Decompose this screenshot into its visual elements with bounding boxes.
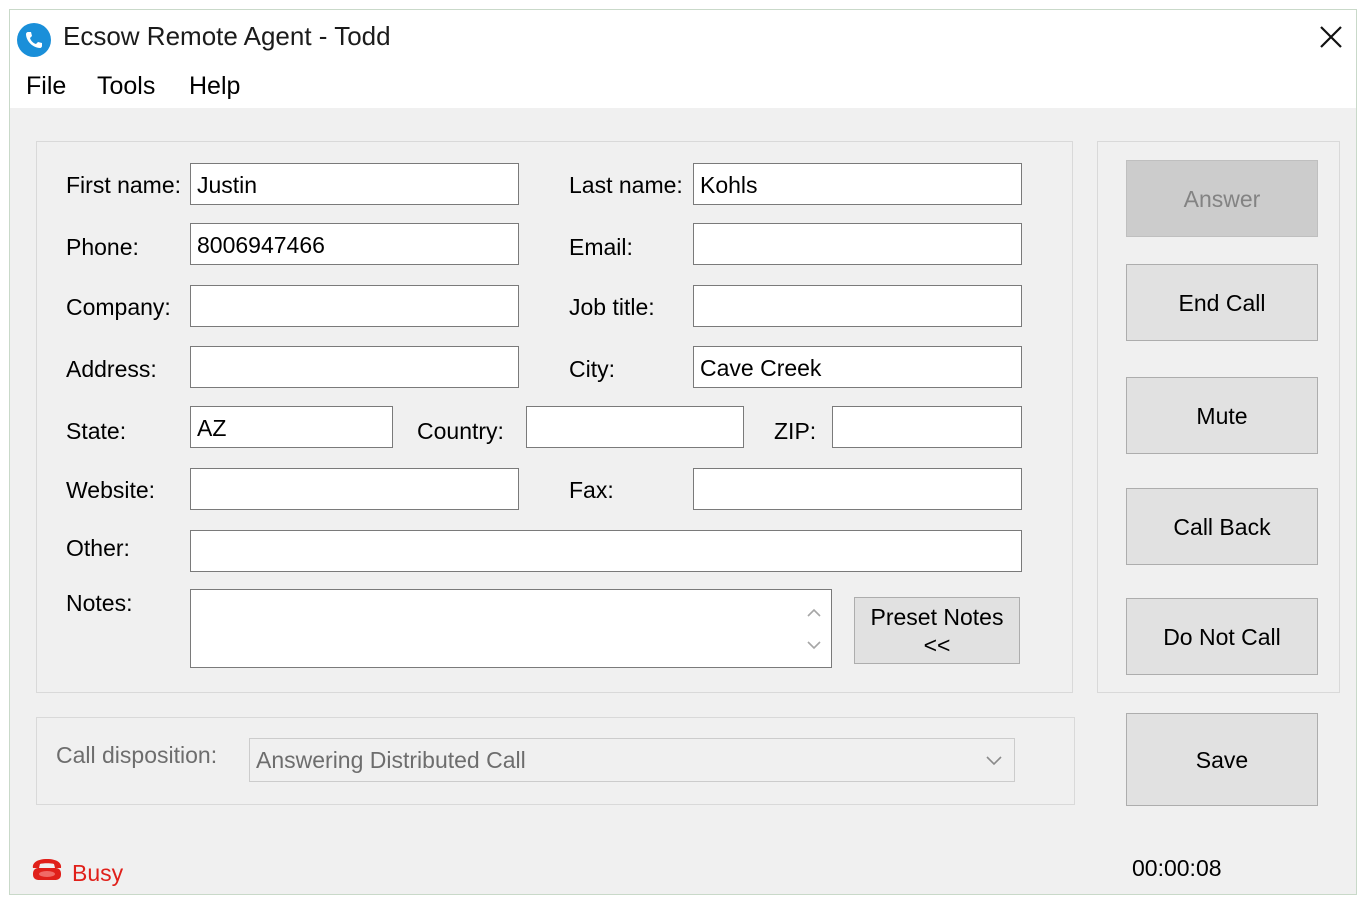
menu-bar: File Tools Help bbox=[10, 66, 1356, 108]
other-field[interactable] bbox=[190, 530, 1022, 572]
state-label: State: bbox=[66, 418, 127, 444]
scroll-up-icon bbox=[807, 608, 821, 617]
status-text: Busy bbox=[72, 860, 124, 886]
email-label: Email: bbox=[569, 234, 633, 260]
busy-status-icon bbox=[30, 853, 64, 885]
answer-button[interactable]: Answer bbox=[1126, 160, 1318, 237]
city-field[interactable]: Cave Creek bbox=[693, 346, 1022, 388]
city-label: City: bbox=[569, 356, 615, 382]
call-disposition-select[interactable]: Answering Distributed Call bbox=[249, 738, 1015, 782]
state-field[interactable]: AZ bbox=[190, 406, 393, 448]
website-field[interactable] bbox=[190, 468, 519, 510]
phone-label: Phone: bbox=[66, 234, 139, 260]
menu-tools[interactable]: Tools bbox=[97, 72, 155, 101]
call-back-button[interactable]: Call Back bbox=[1126, 488, 1318, 565]
address-label: Address: bbox=[66, 356, 157, 382]
scroll-down-icon bbox=[807, 641, 821, 650]
call-timer: 00:00:08 bbox=[1132, 855, 1222, 881]
preset-notes-arrow: << bbox=[923, 631, 951, 658]
phone-app-icon bbox=[17, 23, 51, 57]
country-label: Country: bbox=[417, 418, 504, 444]
first-name-field[interactable]: Justin bbox=[190, 163, 519, 205]
chevron-down-icon bbox=[986, 756, 1002, 766]
notes-scrollbar[interactable] bbox=[797, 590, 831, 667]
fax-field[interactable] bbox=[693, 468, 1022, 510]
country-field[interactable] bbox=[526, 406, 744, 448]
website-label: Website: bbox=[66, 477, 156, 503]
last-name-label: Last name: bbox=[569, 172, 683, 198]
zip-label: ZIP: bbox=[774, 418, 817, 444]
zip-field[interactable] bbox=[832, 406, 1022, 448]
address-field[interactable] bbox=[190, 346, 519, 388]
other-label: Other: bbox=[66, 535, 130, 561]
last-name-field[interactable]: Kohls bbox=[693, 163, 1022, 205]
company-field[interactable] bbox=[190, 285, 519, 327]
job-title-field[interactable] bbox=[693, 285, 1022, 327]
preset-notes-label: Preset Notes bbox=[870, 603, 1004, 630]
call-disposition-value: Answering Distributed Call bbox=[256, 747, 526, 773]
mute-button[interactable]: Mute bbox=[1126, 377, 1318, 454]
window-title: Ecsow Remote Agent - Todd bbox=[63, 21, 391, 51]
menu-help[interactable]: Help bbox=[189, 72, 240, 101]
call-disposition-label: Call disposition: bbox=[56, 742, 218, 768]
first-name-label: First name: bbox=[66, 172, 182, 198]
email-field[interactable] bbox=[693, 223, 1022, 265]
notes-label: Notes: bbox=[66, 590, 133, 616]
app-window: Ecsow Remote Agent - Todd File Tools Hel… bbox=[9, 9, 1357, 895]
preset-notes-button[interactable]: Preset Notes << bbox=[854, 597, 1020, 664]
notes-textarea[interactable] bbox=[190, 589, 832, 668]
phone-field[interactable]: 8006947466 bbox=[190, 223, 519, 265]
end-call-button[interactable]: End Call bbox=[1126, 264, 1318, 341]
fax-label: Fax: bbox=[569, 477, 614, 503]
save-button[interactable]: Save bbox=[1126, 713, 1318, 806]
menu-file[interactable]: File bbox=[26, 72, 66, 101]
company-label: Company: bbox=[66, 294, 171, 320]
do-not-call-button[interactable]: Do Not Call bbox=[1126, 598, 1318, 675]
job-title-label: Job title: bbox=[569, 294, 655, 320]
close-icon[interactable] bbox=[1316, 22, 1346, 52]
title-bar: Ecsow Remote Agent - Todd bbox=[10, 10, 1356, 66]
